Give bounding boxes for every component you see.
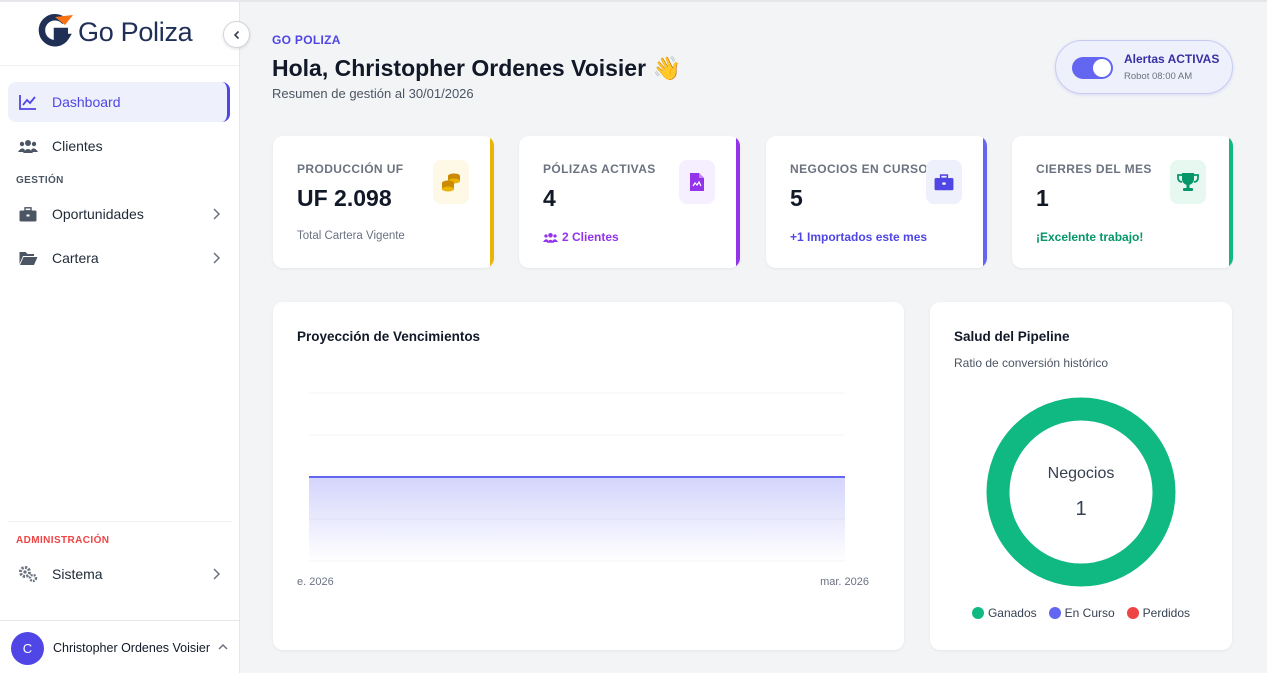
x-tick-label: e. 2026 xyxy=(297,576,334,588)
kpi-label: CIERRES DEL MES xyxy=(1036,162,1152,176)
brand-name: Go Poliza xyxy=(78,17,193,47)
user-menu[interactable]: C Christopher Ordenes Voisier xyxy=(0,620,239,673)
kpi-foot: ¡Excelente trabajo! xyxy=(1036,230,1144,244)
trophy-icon xyxy=(1170,160,1206,204)
legend-label: En Curso xyxy=(1064,606,1115,620)
alerts-title: Alertas ACTIVAS xyxy=(1124,52,1220,66)
projection-panel: Proyección de Vencimientos e. 2026 mar. … xyxy=(273,302,904,650)
user-name: Christopher Ordenes Voisier xyxy=(53,641,211,655)
section-label-gestion: GESTIÓN xyxy=(16,175,64,186)
kpi-foot: 2 Clientes xyxy=(562,230,619,244)
coins-icon xyxy=(433,160,469,204)
section-label-administracion: ADMINISTRACIÓN xyxy=(16,535,110,546)
cogs-icon xyxy=(18,564,38,584)
folder-open-icon xyxy=(18,248,38,268)
sidebar-item-label: Cartera xyxy=(52,250,99,266)
card-accent-bar xyxy=(736,136,740,268)
kpi-foot: Total Cartera Vigente xyxy=(297,230,405,242)
kpi-value: 5 xyxy=(790,185,803,211)
kpi-label: PÓLIZAS ACTIVAS xyxy=(543,162,656,176)
users-icon xyxy=(18,136,38,156)
sidebar-item-label: Oportunidades xyxy=(52,206,144,222)
card-accent-bar xyxy=(490,136,494,268)
kpi-foot-link[interactable]: 2 Clientes xyxy=(543,230,619,244)
kpi-label: PRODUCCIÓN UF xyxy=(297,162,404,176)
legend-label: Perdidos xyxy=(1142,606,1191,620)
chart-legend: Ganados En Curso Perdidos xyxy=(930,606,1232,620)
series-area xyxy=(309,477,845,561)
kpi-label: NEGOCIOS EN CURSO xyxy=(790,162,929,176)
brand[interactable]: Go Poliza xyxy=(0,2,239,66)
donut-center-value: 1 xyxy=(1075,498,1087,520)
legend-swatch xyxy=(1048,607,1061,619)
chevron-left-icon xyxy=(233,30,239,39)
page-kicker: GO POLIZA xyxy=(272,33,341,47)
pipeline-panel: Salud del Pipeline Ratio de conversión h… xyxy=(930,302,1232,650)
kpi-card-cierres: CIERRES DEL MES 1 ¡Excelente trabajo! xyxy=(1012,136,1233,268)
alerts-toggle[interactable] xyxy=(1072,57,1113,79)
card-accent-bar xyxy=(983,136,987,268)
sidebar-item-label: Dashboard xyxy=(52,94,121,110)
chart-line-icon xyxy=(18,92,38,112)
page-title: Hola, Christopher Ordenes Voisier 👋 xyxy=(272,55,682,81)
legend-swatch xyxy=(971,607,984,619)
kpi-value: 4 xyxy=(543,185,556,211)
file-contract-icon xyxy=(679,160,715,204)
kpi-value: UF 2.098 xyxy=(297,185,392,211)
chevron-up-icon xyxy=(218,643,228,650)
donut-center-label: Negocios xyxy=(1047,465,1115,482)
sidebar-item-oportunidades[interactable]: Oportunidades xyxy=(8,194,230,234)
sidebar-item-label: Sistema xyxy=(52,566,103,582)
kpi-card-negocios: NEGOCIOS EN CURSO 5 +1 Importados este m… xyxy=(766,136,987,268)
kpi-card-produccion: PRODUCCIÓN UF UF 2.098 Total Cartera Vig… xyxy=(273,136,494,268)
sidebar-divider xyxy=(8,521,232,522)
legend-item-perdidos[interactable]: Perdidos xyxy=(1126,606,1191,620)
avatar: C xyxy=(11,631,44,665)
chevron-right-icon xyxy=(213,568,221,580)
alerts-subtitle: Robot 08:00 AM xyxy=(1124,71,1193,82)
kpi-card-polizas: PÓLIZAS ACTIVAS 4 2 Clientes xyxy=(519,136,740,268)
sidebar-item-label: Clientes xyxy=(52,138,103,154)
legend-label: Ganados xyxy=(987,606,1037,620)
briefcase-icon xyxy=(926,160,962,204)
users-icon xyxy=(543,232,558,243)
sidebar: Go Poliza Dashboard Clientes GESTIÓN Opo… xyxy=(0,2,250,673)
sidebar-item-clientes[interactable]: Clientes xyxy=(8,126,230,166)
legend-item-en-curso[interactable]: En Curso xyxy=(1048,606,1115,620)
chevron-right-icon xyxy=(213,208,221,220)
legend-swatch xyxy=(1126,607,1139,619)
alerts-toggle-card[interactable]: Alertas ACTIVAS Robot 08:00 AM xyxy=(1055,40,1233,94)
kpi-value: 1 xyxy=(1036,185,1049,211)
page-subtitle: Resumen de gestión al 30/01/2026 xyxy=(272,86,474,101)
collapse-sidebar-button[interactable] xyxy=(223,21,250,48)
legend-item-ganados[interactable]: Ganados xyxy=(971,606,1037,620)
donut-slice-ganados[interactable] xyxy=(986,397,1176,587)
sidebar-item-sistema[interactable]: Sistema xyxy=(8,554,230,594)
logo-icon xyxy=(38,13,73,47)
kpi-foot: +1 Importados este mes xyxy=(790,230,928,244)
chevron-right-icon xyxy=(213,252,221,264)
projection-chart xyxy=(309,392,845,562)
sidebar-item-cartera[interactable]: Cartera xyxy=(8,238,230,278)
card-accent-bar xyxy=(1229,136,1233,268)
x-tick-label: mar. 2026 xyxy=(820,576,869,588)
sidebar-item-dashboard[interactable]: Dashboard xyxy=(8,82,230,122)
briefcase-icon xyxy=(18,204,38,224)
